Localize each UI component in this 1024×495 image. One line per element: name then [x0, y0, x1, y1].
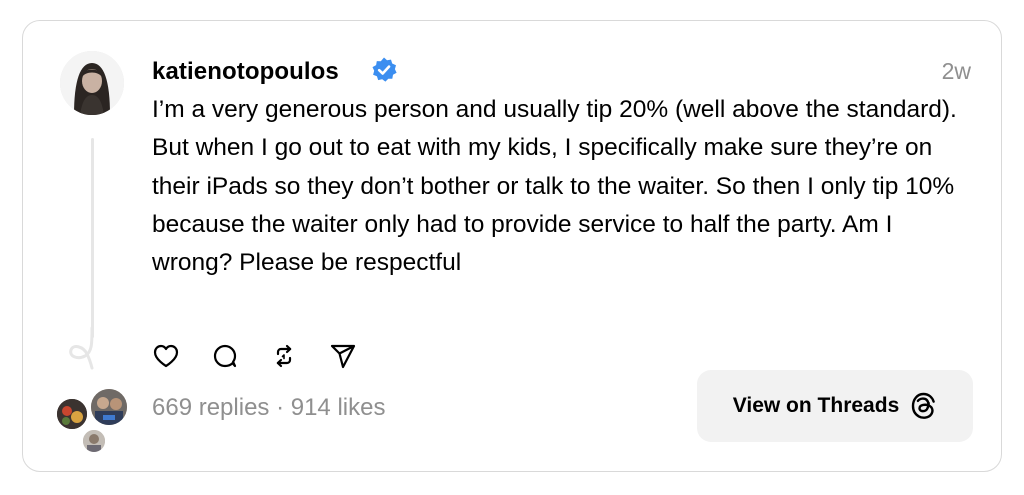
author-avatar[interactable]	[60, 51, 124, 115]
post-actions-bar	[152, 339, 388, 373]
replier-avatars	[55, 387, 135, 457]
view-on-threads-button[interactable]: View on Threads	[697, 370, 973, 442]
author-username[interactable]: katienotopoulos	[152, 58, 339, 86]
thread-curl-icon	[69, 326, 94, 370]
heart-icon	[153, 344, 179, 368]
repost-icon	[276, 344, 292, 368]
replier-avatar-2	[89, 387, 129, 427]
share-button[interactable]	[329, 342, 357, 370]
replier-avatar-3	[81, 428, 107, 454]
reply-button[interactable]	[211, 342, 239, 370]
thread-connector-line	[91, 138, 94, 338]
threads-logo-icon	[912, 392, 936, 419]
like-button[interactable]	[152, 342, 180, 370]
post-body-text: I’m a very generous person and usually t…	[152, 96, 957, 277]
post-stats[interactable]: 669 replies · 914 likes	[152, 394, 385, 422]
post-timestamp: 2w	[941, 58, 971, 84]
verified-badge-icon	[372, 57, 397, 82]
replier-avatar-1	[55, 397, 89, 431]
repost-button[interactable]	[270, 342, 298, 370]
speech-bubble-icon	[213, 344, 237, 368]
paper-plane-icon	[330, 344, 356, 369]
view-on-threads-label: View on Threads	[732, 394, 900, 417]
threads-post-card: katienotopoulos 2w I’m a very generous p…	[22, 20, 1002, 472]
